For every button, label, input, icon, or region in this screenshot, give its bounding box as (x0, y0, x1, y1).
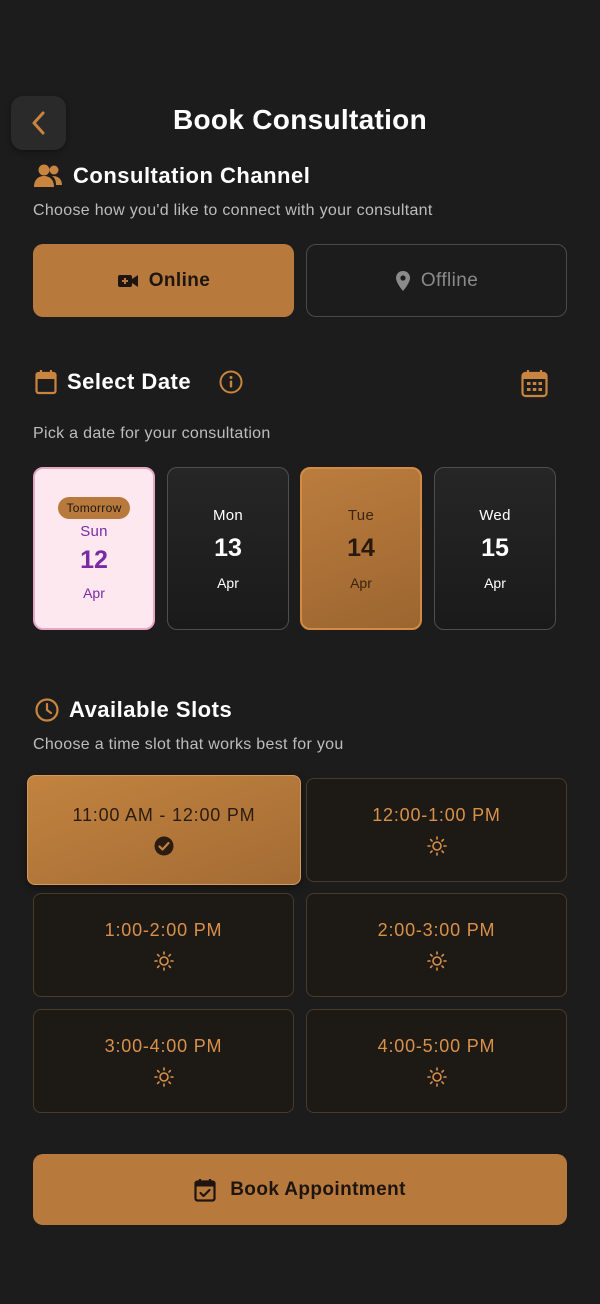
date-title: Select Date (67, 369, 192, 394)
book-appointment-button[interactable]: Book Appointment (33, 1154, 567, 1225)
slots-section-header: Available Slots (35, 697, 232, 723)
slot-2pm-3pm[interactable]: 2:00-3:00 PM (306, 893, 567, 997)
date-dow: Tue (347, 506, 375, 524)
online-label: Online (148, 269, 211, 291)
date-month: Apr (484, 574, 506, 591)
slot-label: 3:00-4:00 PM (104, 1035, 223, 1056)
slot-label: 12:00-1:00 PM (372, 804, 501, 825)
date-card-14[interactable]: Tue 14 Apr (300, 467, 422, 630)
users-icon (34, 164, 62, 187)
offline-label: Offline (420, 269, 479, 291)
map-pin-icon (395, 270, 410, 291)
date-subtitle: Pick a date for your consultation (33, 425, 271, 442)
date-day: 15 (481, 533, 509, 562)
channel-title: Consultation Channel (73, 163, 311, 188)
info-icon[interactable] (219, 370, 243, 394)
tomorrow-badge: Tomorrow (58, 496, 130, 519)
channel-subtitle: Choose how you'd like to connect with yo… (33, 202, 433, 219)
calendar-icon (35, 370, 57, 395)
sun-icon (153, 950, 174, 971)
date-month: Apr (350, 574, 372, 591)
sun-icon (426, 950, 447, 971)
sun-icon (426, 1066, 447, 1087)
date-card-13[interactable]: Mon 13 Apr (167, 467, 289, 630)
calendar-check-icon (194, 1178, 216, 1202)
slot-label: 4:00-5:00 PM (377, 1035, 496, 1056)
date-day: 14 (347, 533, 375, 562)
slot-label: 1:00-2:00 PM (104, 919, 223, 940)
slot-4pm-5pm[interactable]: 4:00-5:00 PM (306, 1009, 567, 1113)
date-dow: Sun (80, 522, 108, 540)
video-camera-icon (117, 274, 138, 287)
date-dow: Mon (212, 506, 244, 524)
page-title: Book Consultation (173, 104, 427, 135)
slot-label: 2:00-3:00 PM (377, 919, 496, 940)
slots-subtitle: Choose a time slot that works best for y… (33, 736, 344, 753)
calendar-picker-button[interactable] (521, 369, 548, 403)
slot-label: 11:00 AM - 12:00 PM (72, 804, 256, 825)
sun-icon (153, 1066, 174, 1087)
date-section-header: Select Date (35, 369, 243, 395)
clock-icon (35, 698, 59, 722)
slots-title: Available Slots (69, 697, 233, 722)
check-circle-icon (154, 836, 174, 855)
slot-12pm-1pm[interactable]: 12:00-1:00 PM (306, 778, 567, 882)
slot-11am-12pm[interactable]: 11:00 AM - 12:00 PM (27, 775, 301, 885)
date-dow: Wed (479, 506, 511, 524)
slot-3pm-4pm[interactable]: 3:00-4:00 PM (33, 1009, 294, 1113)
slot-1pm-2pm[interactable]: 1:00-2:00 PM (33, 893, 294, 997)
date-card-12[interactable]: Tomorrow Sun 12 Apr (33, 467, 155, 630)
date-month: Apr (83, 584, 105, 601)
channel-section-header: Consultation Channel (33, 163, 310, 189)
date-card-15[interactable]: Wed 15 Apr (434, 467, 556, 630)
online-channel-button[interactable]: Online (33, 244, 294, 317)
date-month: Apr (217, 574, 239, 591)
date-day: 12 (80, 545, 108, 574)
date-day: 13 (214, 533, 242, 562)
calendar-grid-icon (521, 370, 548, 398)
book-appointment-label: Book Appointment (230, 1178, 406, 1200)
offline-channel-button[interactable]: Offline (306, 244, 567, 317)
sun-icon (426, 835, 447, 856)
